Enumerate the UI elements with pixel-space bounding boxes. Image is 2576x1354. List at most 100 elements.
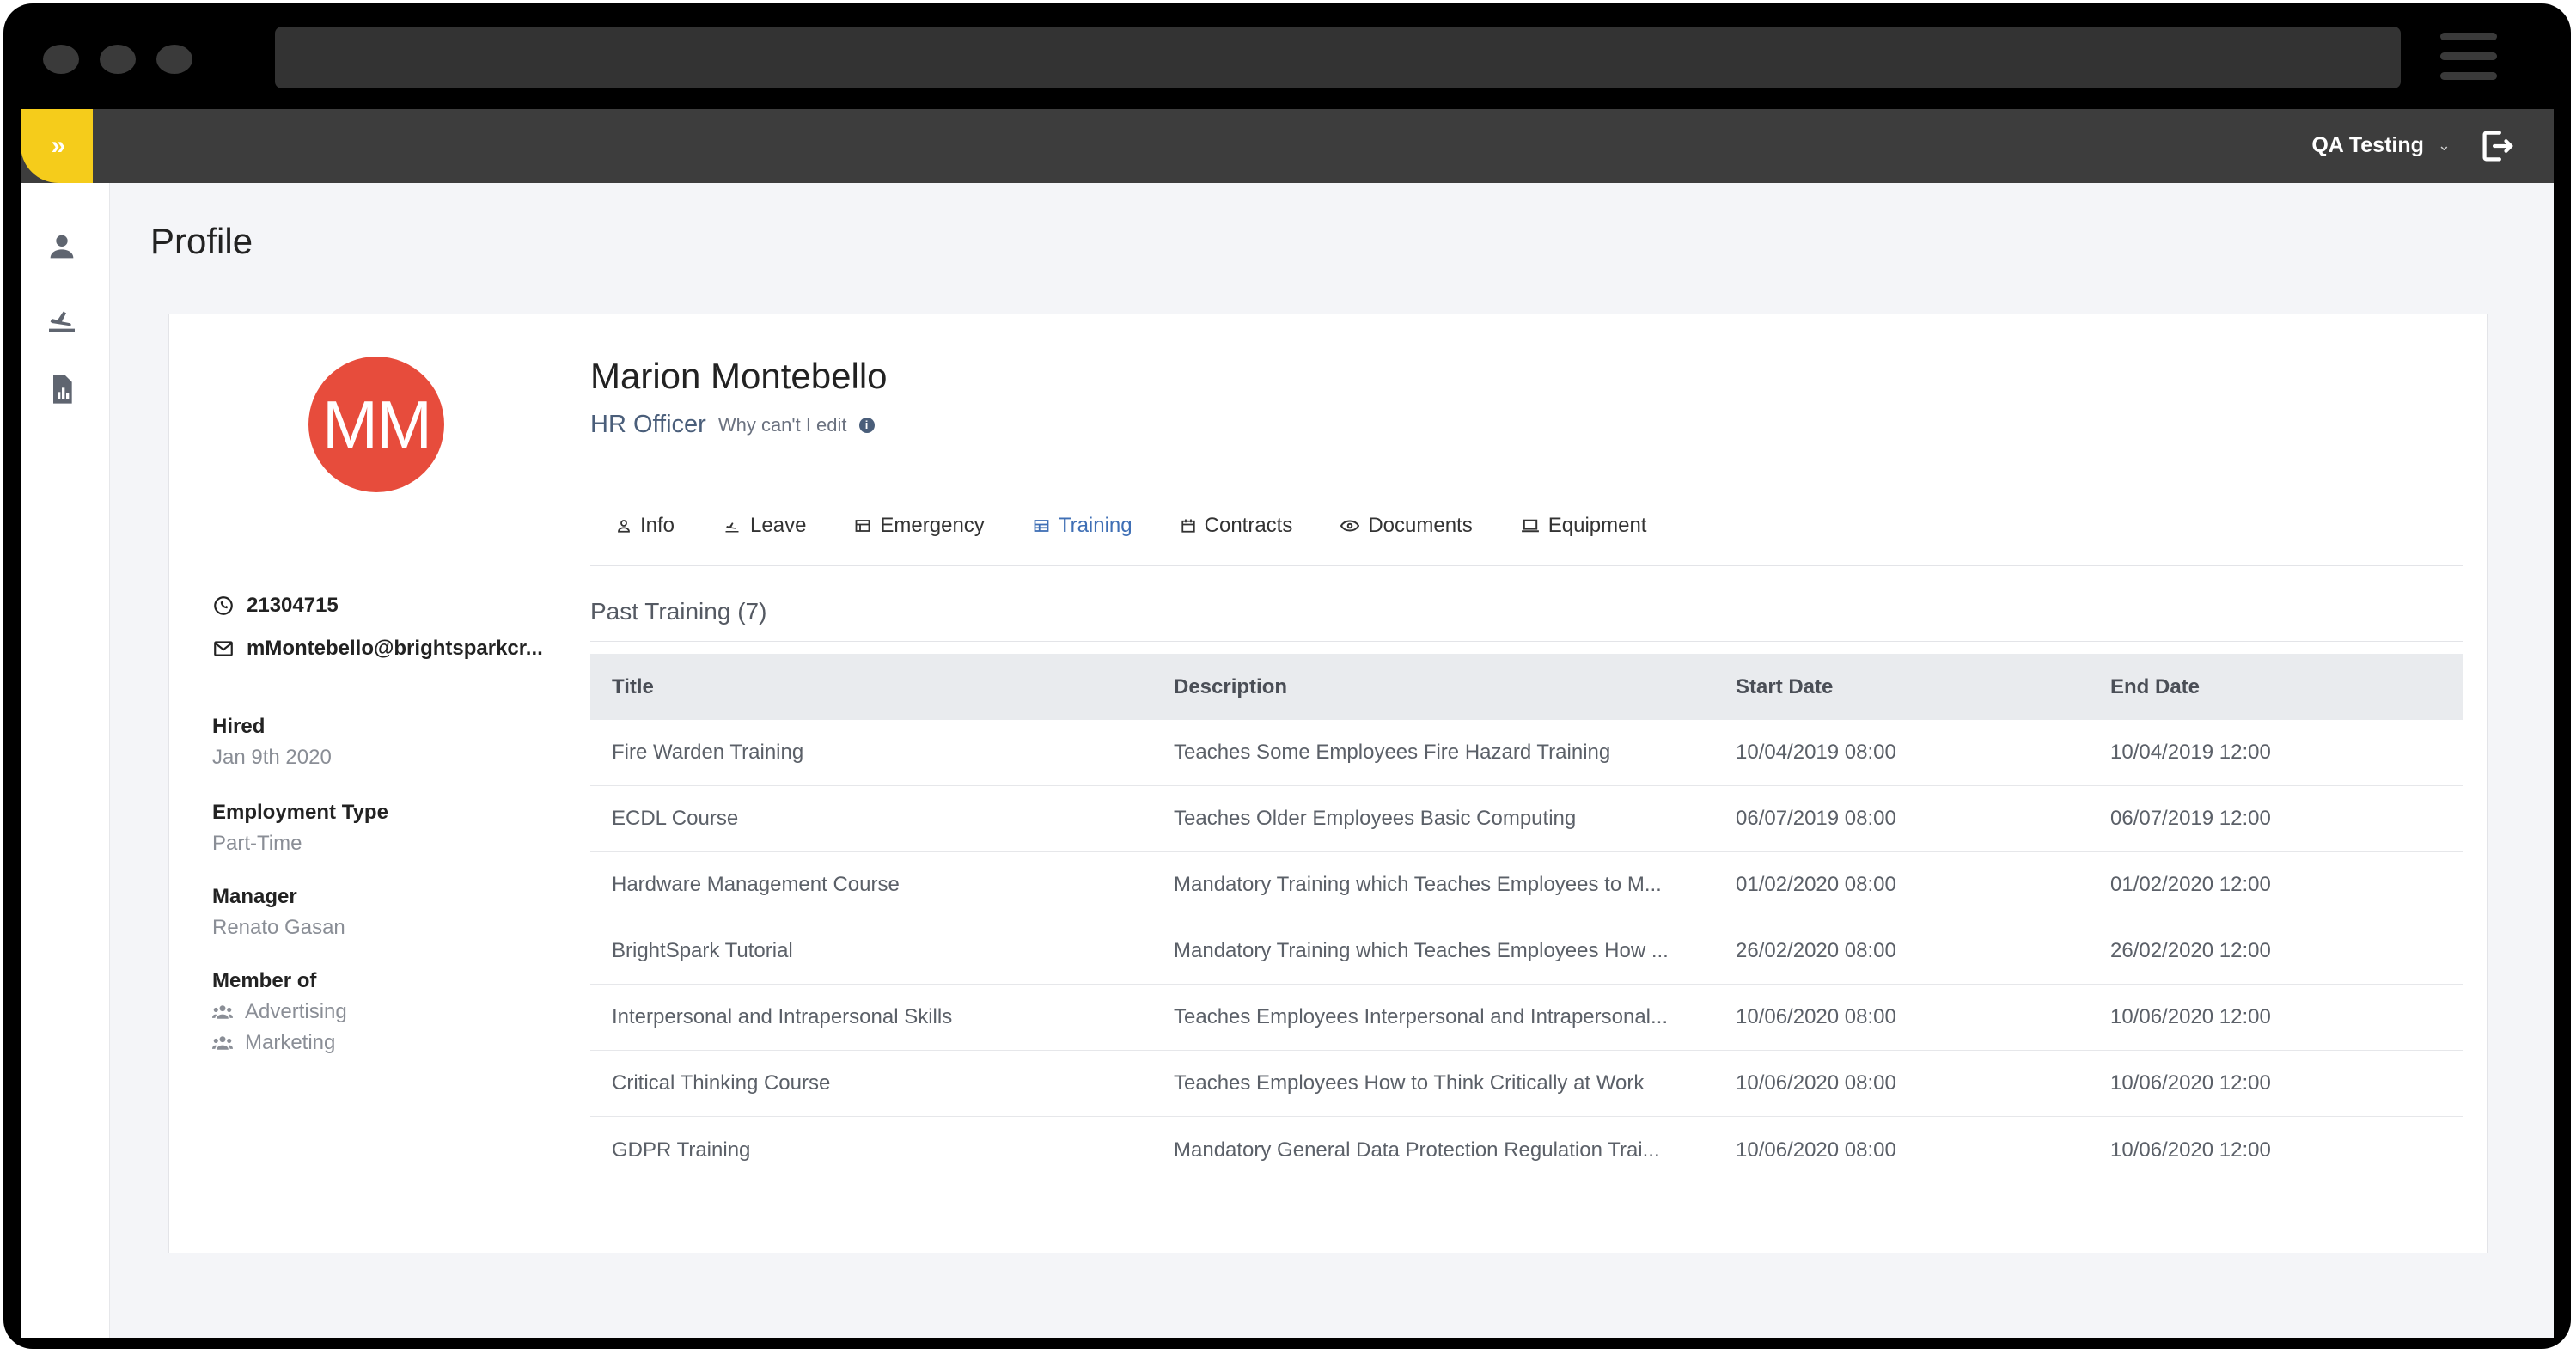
cell-start-date: 10/06/2020 08:00 bbox=[1736, 1005, 1896, 1028]
email-row[interactable]: mMontebello@brightsparkcr... bbox=[212, 634, 547, 663]
sidebar-toggle-button[interactable]: » bbox=[21, 109, 93, 183]
member-of-label: Member of bbox=[212, 969, 317, 992]
plane-icon bbox=[725, 522, 739, 533]
tab-info[interactable]: Info bbox=[616, 514, 675, 538]
tab-documents[interactable]: Documents bbox=[1340, 514, 1473, 538]
profile-tabs: Info Leave Emergency Training Contracts bbox=[616, 509, 1646, 543]
cell-end-date: 06/07/2019 12:00 bbox=[2110, 807, 2271, 830]
table-row[interactable]: Hardware Management Course Mandatory Tra… bbox=[590, 852, 2463, 918]
training-table: Title Description Start Date End Date Fi… bbox=[590, 654, 2463, 1183]
users-icon bbox=[212, 1036, 233, 1050]
cell-title: Critical Thinking Course bbox=[612, 1071, 831, 1095]
tab-equipment[interactable]: Equipment bbox=[1521, 514, 1647, 538]
plane-departure-icon[interactable] bbox=[45, 302, 79, 336]
cell-description: Teaches Older Employees Basic Computing bbox=[1174, 807, 1577, 830]
table-row[interactable]: Critical Thinking Course Teaches Employe… bbox=[590, 1051, 2463, 1117]
cell-end-date: 10/06/2020 12:00 bbox=[2110, 1071, 2271, 1095]
sidebar bbox=[21, 183, 110, 1338]
info-icon[interactable]: i bbox=[858, 417, 875, 433]
page-title: Profile bbox=[150, 221, 253, 261]
tab-training[interactable]: Training bbox=[1033, 514, 1132, 538]
phone-row[interactable]: 21304715 bbox=[212, 591, 547, 620]
eye-icon bbox=[1340, 520, 1360, 532]
avatar: MM bbox=[308, 357, 444, 492]
table-icon bbox=[1034, 520, 1049, 532]
cell-start-date: 10/06/2020 08:00 bbox=[1736, 1137, 1896, 1162]
logout-icon[interactable] bbox=[2476, 126, 2516, 166]
address-bar[interactable] bbox=[275, 27, 2401, 88]
users-icon bbox=[212, 1005, 233, 1019]
cell-title: Fire Warden Training bbox=[612, 741, 804, 764]
column-header-start-date[interactable]: Start Date bbox=[1714, 675, 2089, 699]
manager-value: Renato Gasan bbox=[212, 916, 345, 939]
user-menu[interactable]: QA Testing ⌄ bbox=[2311, 128, 2451, 162]
cell-start-date: 26/02/2020 08:00 bbox=[1736, 939, 1896, 962]
tab-label: Leave bbox=[750, 514, 807, 537]
tab-leave[interactable]: Leave bbox=[723, 514, 806, 538]
person-icon[interactable] bbox=[45, 229, 79, 264]
tab-label: Info bbox=[640, 514, 675, 537]
cell-start-date: 10/06/2020 08:00 bbox=[1736, 1071, 1896, 1095]
table-row[interactable]: Fire Warden Training Teaches Some Employ… bbox=[590, 720, 2463, 786]
table-row[interactable]: GDPR Training Mandatory General Data Pro… bbox=[590, 1117, 2463, 1183]
section-title: Past Training (7) bbox=[590, 598, 767, 625]
cell-title: GDPR Training bbox=[612, 1137, 751, 1162]
tab-label: Emergency bbox=[880, 514, 985, 537]
table-header: Title Description Start Date End Date bbox=[590, 654, 2463, 720]
window-minimize-dot[interactable] bbox=[100, 45, 136, 74]
table-row[interactable]: Interpersonal and Intrapersonal Skills T… bbox=[590, 985, 2463, 1051]
person-icon bbox=[618, 520, 630, 533]
table-row[interactable]: BrightSpark Tutorial Mandatory Training … bbox=[590, 918, 2463, 985]
cell-end-date: 10/06/2020 12:00 bbox=[2110, 1005, 2271, 1028]
tab-label: Documents bbox=[1368, 514, 1473, 537]
card-icon bbox=[856, 520, 870, 532]
divider bbox=[590, 565, 2463, 566]
cell-description: Mandatory Training which Teaches Employe… bbox=[1174, 873, 1662, 896]
browser-menu-icon[interactable] bbox=[2440, 33, 2497, 81]
column-header-title[interactable]: Title bbox=[590, 675, 1152, 699]
cell-description: Mandatory Training which Teaches Employe… bbox=[1174, 939, 1669, 962]
report-icon[interactable] bbox=[45, 372, 79, 406]
cell-title: ECDL Course bbox=[612, 807, 739, 830]
employment-type-value: Part-Time bbox=[212, 832, 302, 855]
table-row[interactable]: ECDL Course Teaches Older Employees Basi… bbox=[590, 786, 2463, 852]
whatsapp-icon bbox=[214, 596, 233, 615]
group-item[interactable]: Advertising bbox=[212, 1000, 347, 1024]
group-item[interactable]: Marketing bbox=[212, 1031, 335, 1055]
cell-start-date: 01/02/2020 08:00 bbox=[1736, 873, 1896, 896]
email-address: mMontebello@brightsparkcr... bbox=[247, 637, 543, 660]
cell-end-date: 10/04/2019 12:00 bbox=[2110, 741, 2271, 764]
hired-value: Jan 9th 2020 bbox=[212, 746, 332, 769]
column-header-end-date[interactable]: End Date bbox=[2089, 675, 2463, 699]
tab-label: Training bbox=[1058, 514, 1132, 537]
cell-start-date: 10/04/2019 08:00 bbox=[1736, 741, 1896, 764]
role-row: HR Officer Why can't I edit i bbox=[590, 411, 875, 439]
cell-end-date: 26/02/2020 12:00 bbox=[2110, 939, 2271, 962]
column-header-description[interactable]: Description bbox=[1152, 675, 1714, 699]
cell-title: Interpersonal and Intrapersonal Skills bbox=[612, 1005, 953, 1028]
mail-icon bbox=[214, 641, 233, 656]
cell-description: Teaches Some Employees Fire Hazard Train… bbox=[1174, 741, 1611, 764]
why-cant-edit-link[interactable]: Why can't I edit bbox=[718, 414, 847, 436]
laptop-icon bbox=[1521, 519, 1539, 533]
group-name: Advertising bbox=[245, 1000, 347, 1023]
window-maximize-dot[interactable] bbox=[156, 45, 192, 74]
window-close-dot[interactable] bbox=[43, 45, 79, 74]
calendar-icon bbox=[1181, 519, 1195, 533]
tab-emergency[interactable]: Emergency bbox=[854, 514, 985, 538]
employment-type-label: Employment Type bbox=[212, 801, 388, 824]
chevron-down-icon: ⌄ bbox=[2437, 136, 2451, 154]
tab-label: Contracts bbox=[1204, 514, 1293, 537]
phone-number: 21304715 bbox=[247, 594, 339, 617]
manager-label: Manager bbox=[212, 885, 297, 908]
cell-start-date: 06/07/2019 08:00 bbox=[1736, 807, 1896, 830]
group-name: Marketing bbox=[245, 1031, 336, 1054]
divider bbox=[590, 641, 2463, 642]
cell-description: Teaches Employees Interpersonal and Intr… bbox=[1174, 1005, 1669, 1028]
profile-card: MM 21304715 mMontebello@brightsparkcr...… bbox=[168, 314, 2488, 1253]
tab-label: Equipment bbox=[1547, 514, 1647, 537]
tab-contracts[interactable]: Contracts bbox=[1181, 514, 1293, 538]
top-bar: » QA Testing ⌄ bbox=[21, 109, 2554, 183]
user-name: QA Testing bbox=[2311, 132, 2424, 157]
cell-title: Hardware Management Course bbox=[612, 873, 900, 896]
